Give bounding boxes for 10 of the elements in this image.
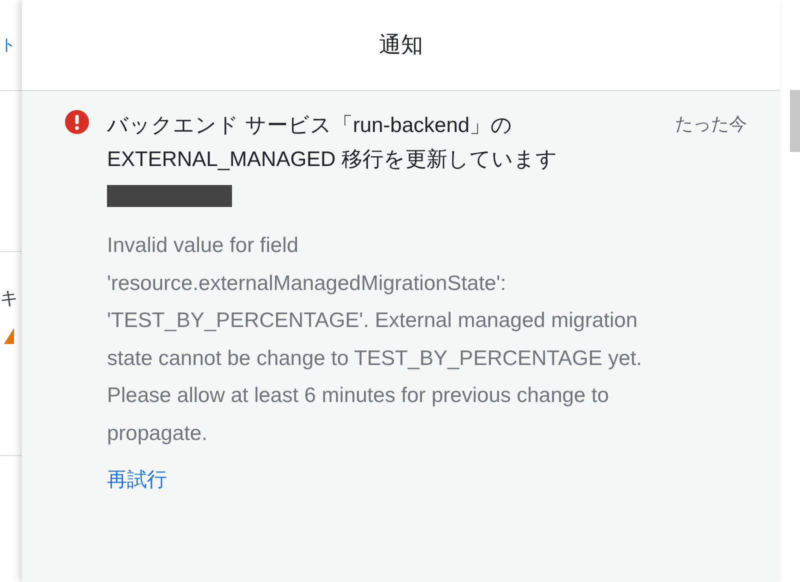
panel-title: 通知: [379, 31, 423, 59]
row-text: キ: [0, 287, 19, 310]
timestamp: たった今: [675, 113, 747, 136]
retry-link[interactable]: 再試行: [107, 466, 167, 493]
error-icon: [64, 109, 90, 135]
warning-icon: [4, 328, 14, 344]
scrollbar-thumb[interactable]: [790, 90, 800, 152]
link-text[interactable]: ト: [0, 34, 16, 56]
notification-title: バックエンド サービス「run-backend」の EXTERNAL_MANAGED 移行を更新しています: [107, 113, 559, 173]
error-message: Invalid value for field 'resource.externalManagedMigrationState': 'TEST_BY_PERCENTAGE'. External managed migration state cannot be change to TEST_BY_PERCENTAGE yet. Please allow at least 6 minutes for previous change to propagate.: [107, 233, 643, 446]
